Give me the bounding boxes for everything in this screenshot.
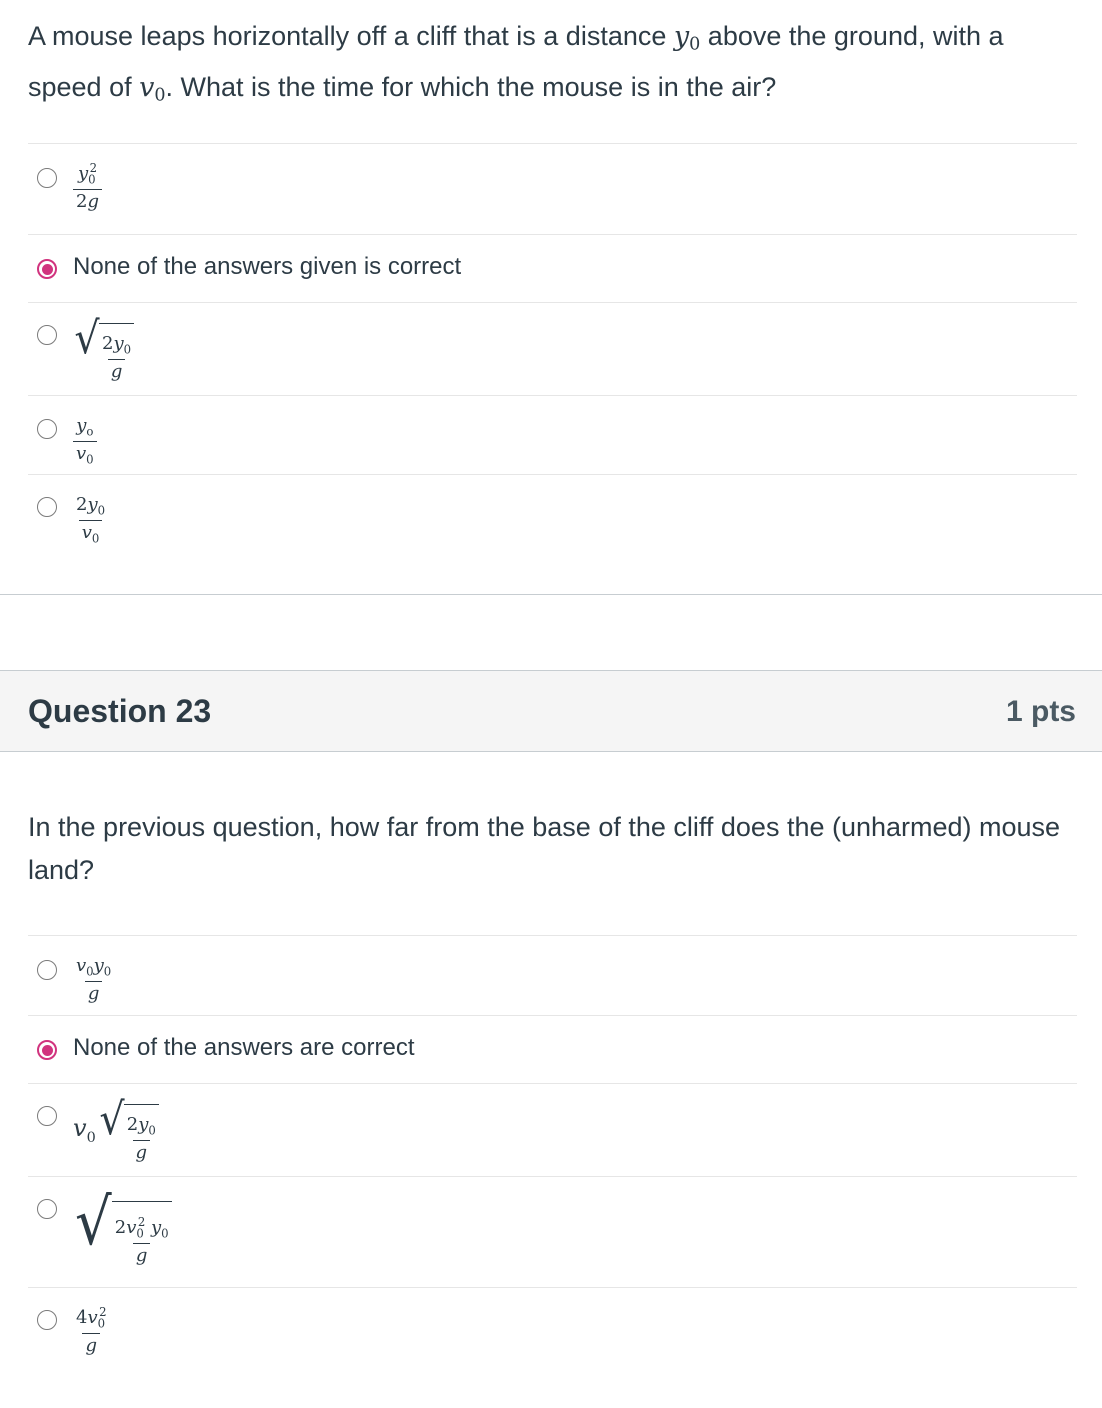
answer-option[interactable]: y02 2g [28, 143, 1077, 234]
math-v0: v0 [139, 72, 166, 106]
answer-math: v0y0 g [76, 955, 112, 1005]
question-divider [0, 594, 1102, 595]
radio-button[interactable] [37, 168, 57, 188]
answer-option[interactable]: None of the answers given is correct [28, 234, 1077, 302]
answer-option[interactable]: 2y0 v0 [28, 474, 1077, 554]
question-text-part: A mouse leaps horizontally off a cliff t… [28, 21, 674, 51]
question-23-text: In the previous question, how far from t… [28, 812, 1061, 885]
answer-math: 4v02 g [76, 1305, 107, 1357]
answer-option[interactable]: yo v0 [28, 395, 1077, 474]
radio-button-selected[interactable] [37, 1040, 57, 1060]
answer-option[interactable]: v0 √ 2y0 g [28, 1083, 1077, 1176]
answer-option[interactable]: None of the answers are correct [28, 1015, 1077, 1083]
radio-button[interactable] [37, 419, 57, 439]
question-text-part: . What is the time for which the mouse i… [165, 72, 777, 103]
radio-button[interactable] [37, 325, 57, 345]
answer-label: None of the answers are correct [73, 1034, 415, 1061]
question-22-text: A mouse leaps horizontally off a cliff t… [28, 15, 1078, 118]
question-22-answers: y02 2g None of the answers given is corre… [28, 143, 1077, 554]
answer-math: yo v0 [73, 410, 97, 467]
answer-option[interactable]: √ 2v02 y0 g [28, 1176, 1077, 1287]
answer-option[interactable]: √ 2y0 g [28, 302, 1077, 395]
answer-math: v0 √ 2y0 g [73, 1098, 159, 1162]
answer-option[interactable]: v0y0 g [28, 935, 1077, 1015]
radio-button[interactable] [37, 960, 57, 980]
question-points: 1 pts [1005, 695, 1076, 728]
answer-label: None of the answers given is correct [73, 253, 462, 280]
radio-button[interactable] [37, 1106, 57, 1126]
answer-math: √ 2v02 y0 g [73, 1191, 172, 1265]
answer-math: √ 2y0 g [73, 317, 135, 381]
question-title: Question 23 [28, 693, 212, 729]
radio-button[interactable] [37, 497, 57, 517]
answer-math: 2y0 v0 [76, 494, 106, 546]
radio-button-selected[interactable] [37, 259, 57, 279]
question-23-header: Question 23 1 pts [0, 670, 1102, 752]
answer-math: y02 2g [73, 158, 102, 211]
answer-option[interactable]: 4v02 g [28, 1287, 1077, 1377]
radio-button[interactable] [37, 1199, 57, 1219]
radio-button[interactable] [37, 1310, 57, 1330]
math-y0: y0 [673, 21, 701, 55]
question-23-answers: v0y0 g None of the answers are correct v0… [28, 935, 1077, 1377]
